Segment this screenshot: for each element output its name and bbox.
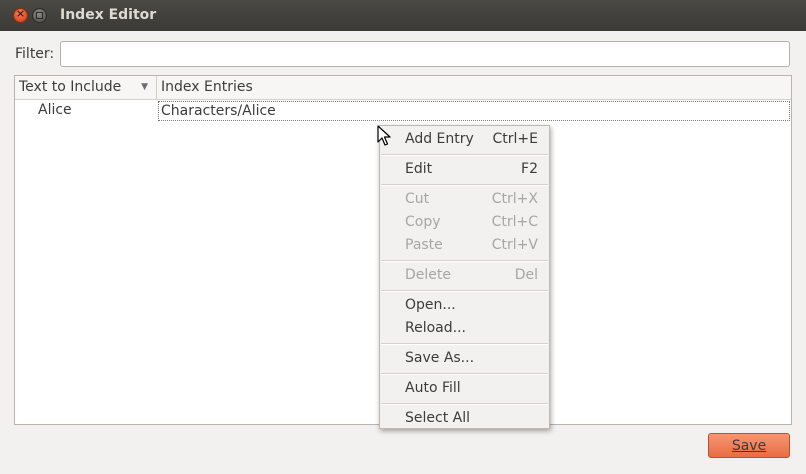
index-editor-window: × Index Editor Filter: Text to Include ▼… (0, 0, 806, 474)
menu-item-label: Auto Fill (405, 380, 461, 396)
menu-item-label: Delete (405, 267, 451, 283)
menu-item-delete: Delete Del (380, 264, 549, 286)
menu-item-shortcut: Ctrl+V (491, 237, 538, 253)
menu-separator (381, 184, 548, 186)
tree-header: Text to Include ▼ Index Entries (15, 76, 791, 100)
menu-item-label: Copy (405, 214, 441, 230)
menu-item-label: Open... (405, 297, 456, 313)
title-bar: × Index Editor (0, 0, 806, 31)
menu-separator (381, 373, 548, 375)
menu-item-save-as[interactable]: Save As... (380, 347, 549, 369)
mouse-pointer-icon (377, 125, 391, 146)
column-header-text-to-include[interactable]: Text to Include ▼ (15, 76, 157, 99)
sort-arrow-icon: ▼ (141, 82, 148, 92)
close-icon[interactable]: × (13, 7, 28, 23)
menu-item-cut: Cut Ctrl+X (380, 188, 549, 210)
menu-item-auto-fill[interactable]: Auto Fill (380, 377, 549, 399)
menu-separator (381, 290, 548, 292)
menu-item-label: Save As... (405, 350, 475, 366)
maximize-icon[interactable] (32, 8, 47, 23)
menu-item-label: Paste (405, 237, 443, 253)
save-button[interactable]: Save (708, 433, 790, 458)
menu-item-shortcut: Ctrl+X (491, 191, 538, 207)
menu-item-open[interactable]: Open... (380, 294, 549, 316)
menu-item-copy: Copy Ctrl+C (380, 211, 549, 233)
menu-separator (381, 154, 548, 156)
menu-item-label: Cut (405, 191, 430, 207)
menu-separator (381, 260, 548, 262)
menu-item-label: Select All (405, 410, 470, 426)
menu-item-label: Edit (405, 161, 433, 177)
column-header-label: Text to Include (19, 79, 122, 95)
menu-item-label: Add Entry (405, 131, 474, 147)
table-row[interactable]: Alice Characters/Alice (15, 100, 791, 122)
menu-item-shortcut: F2 (521, 161, 538, 177)
menu-item-paste: Paste Ctrl+V (380, 234, 549, 256)
filter-input[interactable] (60, 41, 790, 67)
cell-text-to-include[interactable]: Alice (38, 102, 72, 118)
menu-item-reload[interactable]: Reload... (380, 317, 549, 339)
menu-item-label: Reload... (405, 320, 466, 336)
column-header-label: Index Entries (161, 79, 253, 95)
menu-separator (381, 343, 548, 345)
menu-item-select-all[interactable]: Select All (380, 407, 549, 429)
menu-item-add-entry[interactable]: Add Entry Ctrl+E (380, 128, 549, 150)
menu-separator (381, 403, 548, 405)
menu-item-shortcut: Ctrl+E (492, 131, 539, 147)
column-header-index-entries[interactable]: Index Entries (157, 76, 791, 99)
cell-index-entry[interactable]: Characters/Alice (158, 101, 790, 121)
context-menu: Add Entry Ctrl+E Edit F2 Cut Ctrl+X Copy… (379, 125, 550, 429)
menu-item-edit[interactable]: Edit F2 (380, 158, 549, 180)
menu-item-shortcut: Del (514, 267, 538, 283)
save-button-label: Save (731, 437, 767, 454)
window-title: Index Editor (60, 7, 157, 23)
menu-item-shortcut: Ctrl+C (491, 214, 538, 230)
filter-label: Filter: (15, 46, 55, 62)
